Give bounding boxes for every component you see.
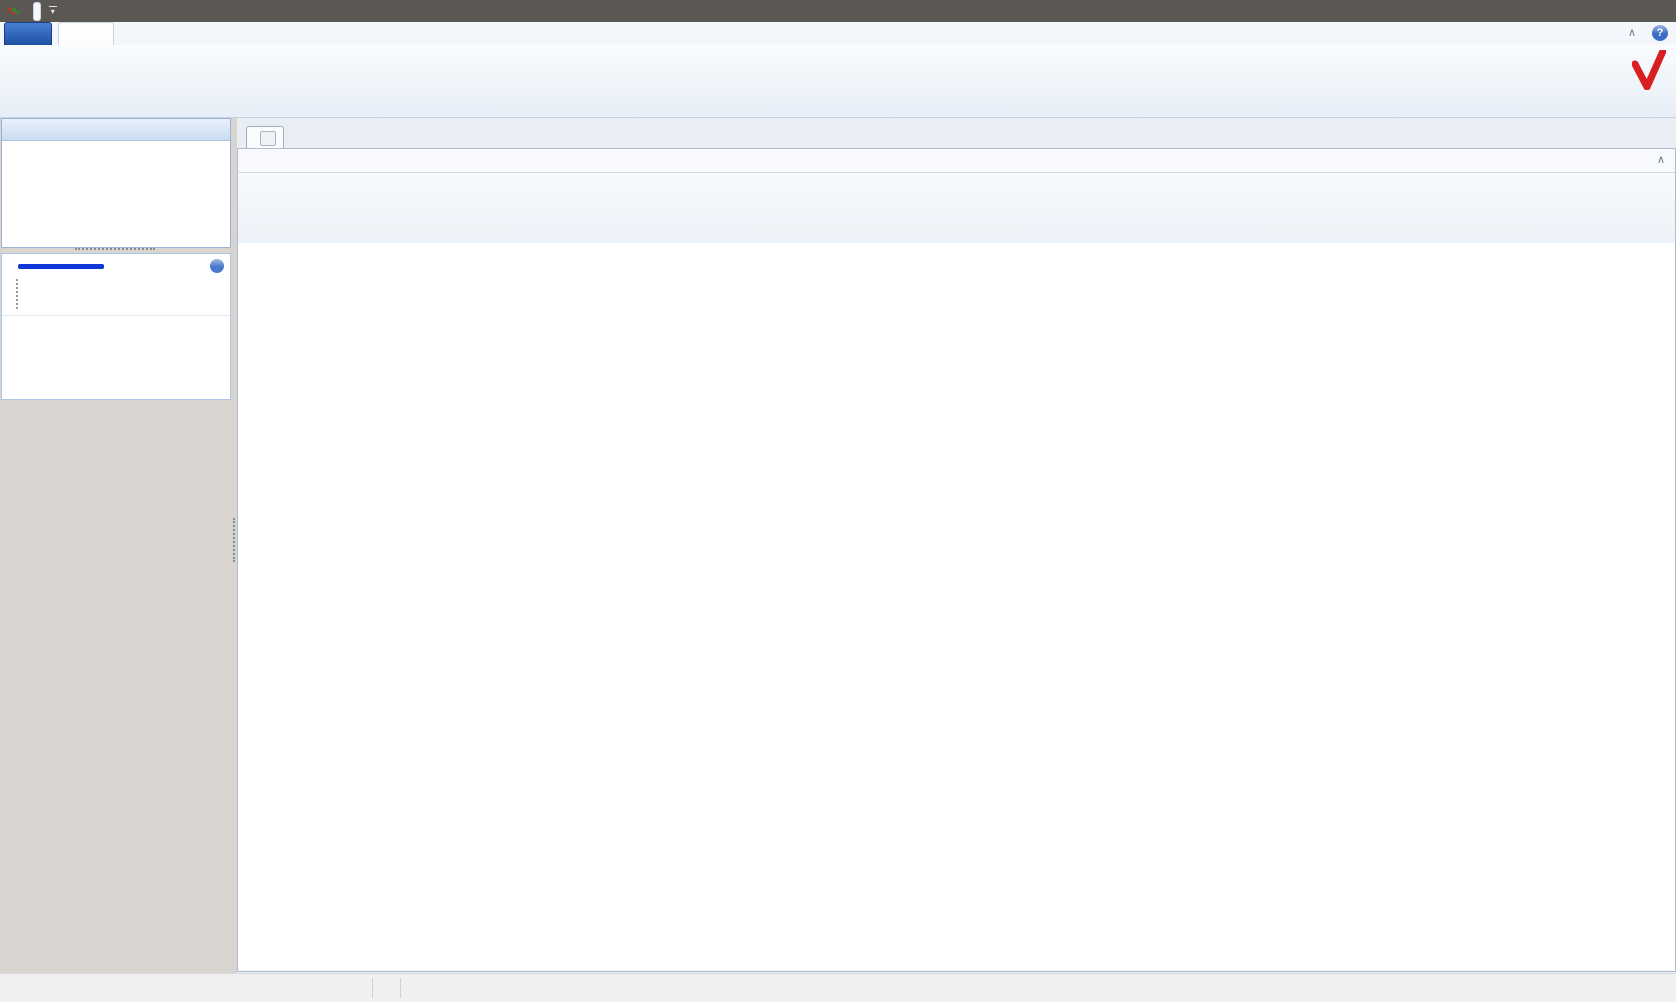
- collapse-panel-ribbon-icon[interactable]: ∧: [1657, 153, 1665, 166]
- device-panel: [1, 253, 231, 400]
- title-bar: ∿∿ ▾: [0, 0, 1676, 22]
- main-area: ∧: [237, 118, 1676, 1002]
- tab-view[interactable]: [120, 22, 166, 44]
- close-tab-icon[interactable]: [260, 131, 276, 146]
- app-logo-icon: ∿∿: [6, 0, 21, 22]
- device-progress-bar: [18, 264, 104, 269]
- brand-logo: [1638, 50, 1662, 82]
- panel-tab-row: ∧: [238, 149, 1675, 173]
- brand-check-icon: [1632, 50, 1666, 90]
- status-separator: [400, 978, 401, 998]
- device-toolbar: [16, 279, 230, 309]
- main-ribbon: [0, 45, 1676, 118]
- device-settings: [2, 315, 230, 324]
- quick-access-toolbar: [33, 2, 41, 21]
- collapse-panel-icon[interactable]: [210, 259, 224, 273]
- brand-name: [1638, 50, 1662, 84]
- panel-ribbon: [238, 173, 1675, 244]
- collapse-ribbon-icon[interactable]: ∧: [1628, 26, 1636, 39]
- toolbar-drag-handle[interactable]: [16, 279, 18, 309]
- sidebar-background: [0, 118, 231, 1002]
- avasoft-window: ∿∿ ▾ ∧ ?: [0, 0, 1676, 1002]
- document-tab-spectrum1[interactable]: [246, 126, 284, 149]
- horizontal-splitter[interactable]: [75, 248, 155, 250]
- experiment-information-title: [2, 119, 230, 141]
- splitter-handle-icon: [233, 518, 235, 562]
- experiment-information-panel: [1, 118, 231, 248]
- customize-quick-access-icon[interactable]: ▾: [49, 6, 57, 16]
- tab-file[interactable]: [4, 22, 52, 46]
- spectrum-panel: ∧: [237, 148, 1676, 972]
- spectrum-chart[interactable]: [238, 243, 1675, 970]
- help-icon[interactable]: ?: [1652, 25, 1668, 41]
- status-separator: [372, 978, 373, 998]
- experiment-tree: [2, 141, 230, 155]
- tab-home[interactable]: [58, 22, 114, 45]
- status-bar: [0, 973, 1676, 1002]
- ribbon-tab-row: ∧ ?: [0, 22, 1676, 46]
